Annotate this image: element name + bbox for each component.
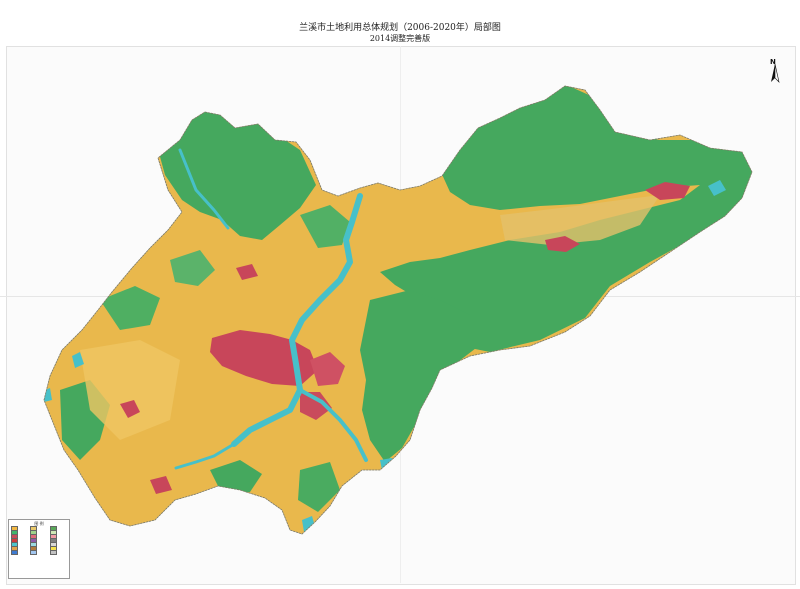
map-legend: 图 例 bbox=[8, 519, 70, 579]
north-label: N bbox=[770, 58, 776, 66]
legend-item bbox=[30, 550, 47, 555]
legend-item bbox=[11, 550, 28, 555]
legend-item bbox=[49, 550, 67, 555]
legend-swatch bbox=[30, 550, 38, 555]
legend-swatch bbox=[11, 550, 18, 555]
land-use-map bbox=[43, 85, 753, 535]
legend-swatch bbox=[49, 550, 57, 555]
reservoir-southwest bbox=[44, 388, 52, 402]
forest-east-ridge bbox=[360, 290, 480, 462]
legend-grid bbox=[9, 526, 69, 555]
